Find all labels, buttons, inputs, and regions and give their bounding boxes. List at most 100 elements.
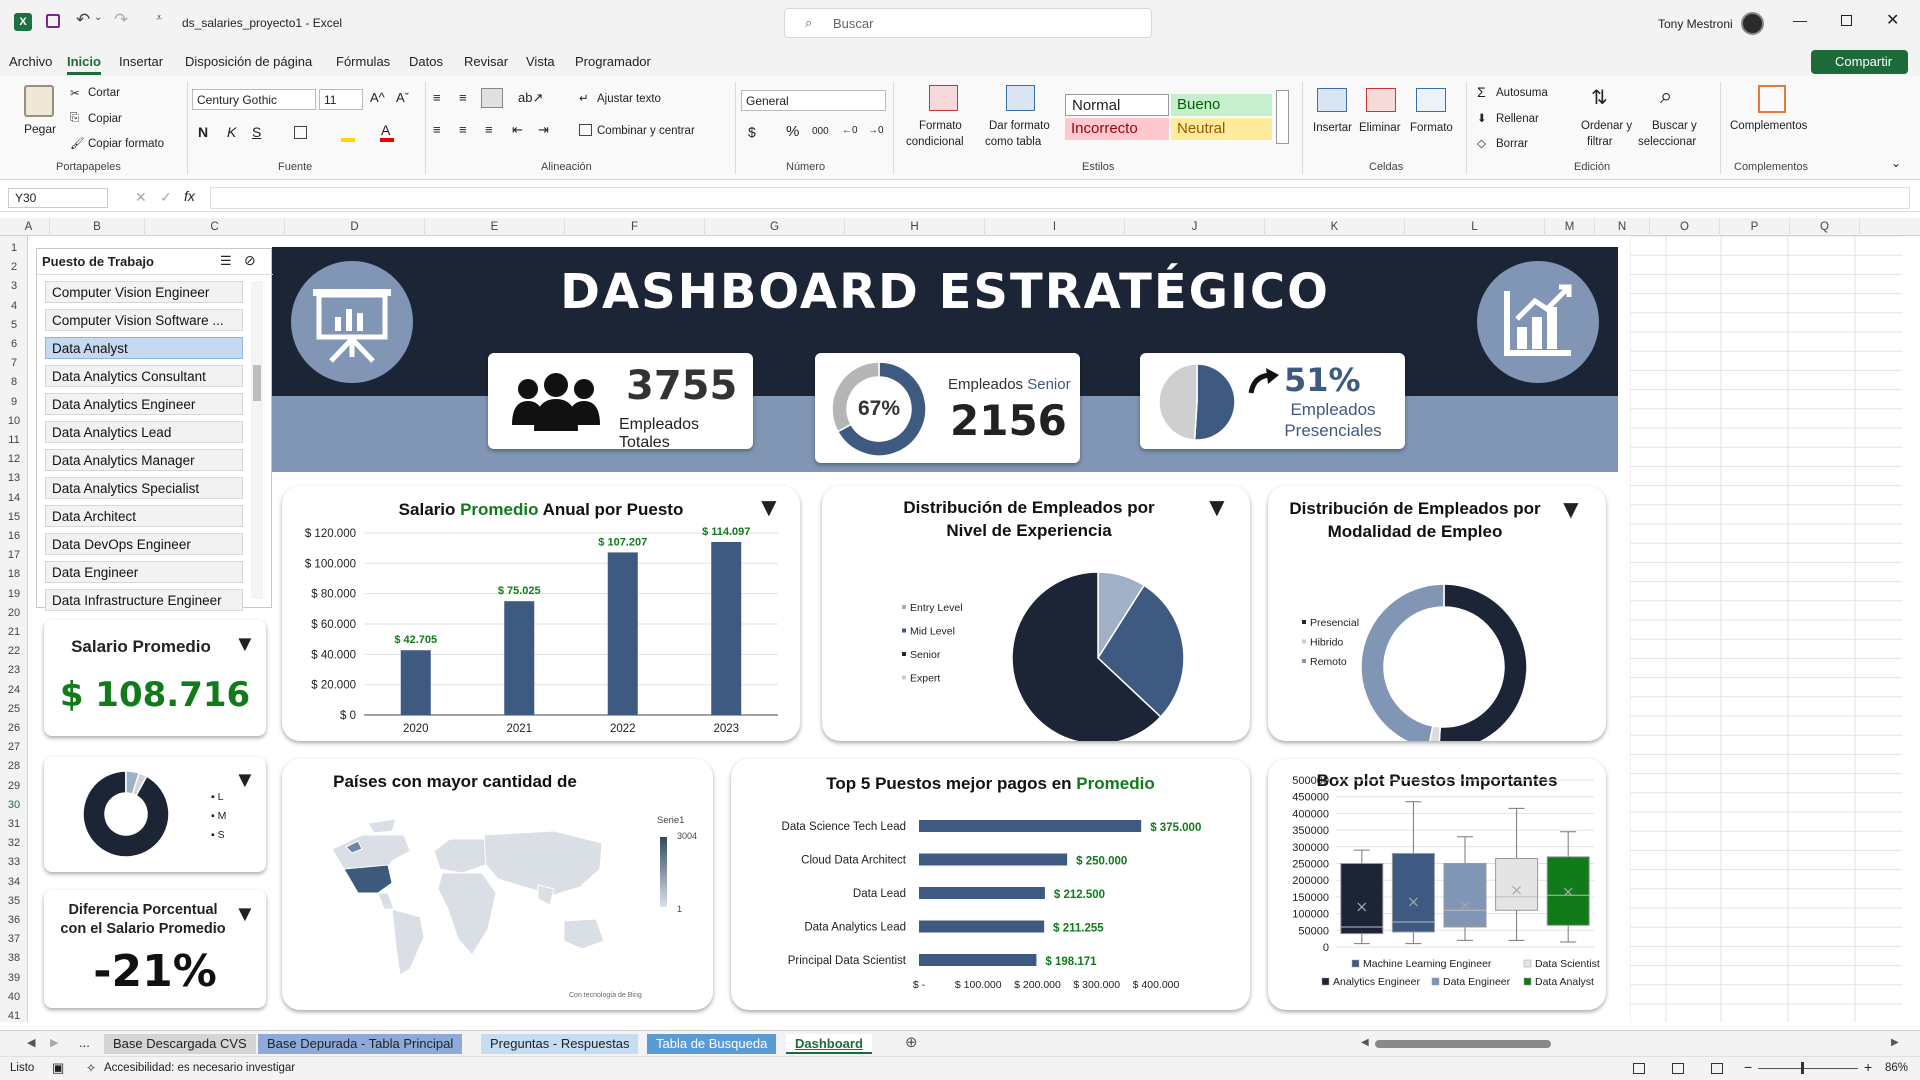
format-painter-button[interactable]: Copiar formato — [88, 138, 164, 150]
decrease-indent-icon[interactable]: ⇤ — [512, 122, 523, 138]
format-cells-icon[interactable] — [1416, 88, 1446, 112]
increase-indent-icon[interactable]: ⇥ — [538, 122, 549, 138]
share-button[interactable]: Compartir — [1811, 50, 1908, 74]
row-header[interactable]: 21 — [0, 623, 28, 642]
tab-base-descargada[interactable]: Base Descargada CVS — [104, 1034, 256, 1054]
row-header[interactable]: 36 — [0, 911, 28, 930]
cut-button[interactable]: Cortar — [88, 87, 120, 99]
enter-icon[interactable]: ✓ — [160, 189, 172, 206]
wrap-text-button[interactable]: Ajustar texto — [597, 93, 661, 105]
delete-cells-button[interactable]: Eliminar — [1359, 122, 1401, 134]
filter-icon[interactable]: ▼ — [234, 901, 256, 927]
slicer-item[interactable]: Data Analytics Manager — [45, 449, 243, 471]
normal-view-icon[interactable] — [1633, 1063, 1645, 1074]
row-header[interactable]: 35 — [0, 892, 28, 911]
zoom-slider[interactable] — [1758, 1068, 1858, 1069]
tab-base-depurada[interactable]: Base Depurada - Tabla Principal — [258, 1034, 463, 1054]
row-header[interactable]: 17 — [0, 546, 28, 565]
column-header[interactable]: K — [1265, 218, 1405, 236]
row-header[interactable]: 24 — [0, 681, 28, 700]
number-format-select[interactable]: General — [741, 90, 886, 111]
row-header[interactable]: 33 — [0, 853, 28, 872]
name-box[interactable]: Y30 — [8, 188, 108, 208]
row-header[interactable]: 15 — [0, 508, 28, 527]
row-header[interactable]: 25 — [0, 700, 28, 719]
zoom-level[interactable]: 86% — [1885, 1062, 1908, 1074]
copy-icon[interactable]: ⎘ — [70, 112, 79, 125]
row-header[interactable]: 41 — [0, 1007, 28, 1026]
slicer-item[interactable]: Data Analytics Lead — [45, 421, 243, 443]
style-bad[interactable]: Incorrecto — [1065, 118, 1169, 140]
sort-filter-label-1[interactable]: Ordenar y — [1581, 120, 1632, 132]
conditional-format-label-2[interactable]: condicional — [906, 136, 964, 148]
row-header[interactable]: 40 — [0, 988, 28, 1007]
menu-revisar[interactable]: Revisar — [464, 54, 508, 69]
multi-select-icon[interactable]: ☰ — [220, 253, 232, 269]
formula-input[interactable] — [210, 187, 1910, 209]
align-right-icon[interactable]: ≡ — [485, 122, 493, 137]
column-header[interactable]: H — [845, 218, 985, 236]
row-header[interactable]: 11 — [0, 431, 28, 450]
row-header[interactable]: 13 — [0, 469, 28, 488]
slicer-item[interactable]: Data Analytics Consultant — [45, 365, 243, 387]
column-header[interactable]: O — [1650, 218, 1720, 236]
row-header[interactable]: 12 — [0, 450, 28, 469]
insert-cells-icon[interactable] — [1317, 88, 1347, 112]
grow-font-icon[interactable]: A^ — [370, 90, 385, 105]
row-header[interactable]: 2 — [0, 258, 28, 277]
save-icon[interactable] — [46, 14, 60, 28]
column-header[interactable]: F — [565, 218, 705, 236]
align-top-icon[interactable]: ≡ — [433, 90, 441, 105]
tab-next-icon[interactable]: ▶ — [50, 1036, 58, 1049]
sort-filter-label-2[interactable]: filtrar — [1587, 136, 1613, 148]
customize-toolbar-icon[interactable]: ⩡ — [156, 12, 162, 25]
bold-icon[interactable]: N — [198, 124, 208, 140]
decrease-decimal-icon[interactable]: →0 — [868, 125, 884, 136]
thousands-icon[interactable]: 000 — [812, 126, 829, 137]
filter-icon[interactable]: ▼ — [234, 631, 256, 657]
autosum-button[interactable]: Autosuma — [1496, 87, 1548, 99]
row-header[interactable]: 34 — [0, 873, 28, 892]
row-header[interactable]: 39 — [0, 969, 28, 988]
redo-icon[interactable]: ↷ — [114, 10, 128, 30]
slicer-item[interactable]: Data Infrastructure Engineer — [45, 589, 243, 611]
find-select-label-2[interactable]: seleccionar — [1638, 136, 1696, 148]
addins-icon[interactable] — [1758, 85, 1786, 113]
row-header[interactable]: 31 — [0, 815, 28, 834]
zoom-out-icon[interactable]: − — [1744, 1059, 1752, 1075]
row-header[interactable]: 5 — [0, 316, 28, 335]
column-header[interactable]: C — [145, 218, 285, 236]
row-header[interactable]: 1 — [0, 239, 28, 258]
orientation-icon[interactable]: ab↗ — [518, 90, 543, 106]
row-header[interactable]: 8 — [0, 373, 28, 392]
column-header[interactable]: N — [1595, 218, 1650, 236]
row-header[interactable]: 26 — [0, 719, 28, 738]
search-box[interactable]: ⌕ Buscar — [784, 8, 1152, 38]
user-name[interactable]: Tony Mestroni — [1658, 17, 1733, 31]
column-header[interactable]: D — [285, 218, 425, 236]
merge-button[interactable]: Combinar y centrar — [597, 125, 695, 137]
row-header[interactable]: 23 — [0, 661, 28, 680]
undo-dropdown-icon[interactable]: ⌄ — [94, 12, 102, 23]
add-sheet-icon[interactable]: ⊕ — [905, 1033, 918, 1051]
menu-archivo[interactable]: Archivo — [9, 54, 52, 69]
conditional-format-icon[interactable] — [929, 85, 958, 111]
sort-filter-icon[interactable]: ⇅ — [1591, 85, 1608, 110]
column-header[interactable]: J — [1125, 218, 1265, 236]
fill-button[interactable]: Rellenar — [1496, 113, 1539, 125]
row-header[interactable]: 30 — [0, 796, 28, 815]
zoom-in-icon[interactable]: + — [1864, 1059, 1872, 1075]
shrink-font-icon[interactable]: Aˇ — [396, 90, 409, 105]
undo-icon[interactable]: ↶ — [76, 10, 90, 30]
cancel-icon[interactable]: ✕ — [135, 189, 147, 206]
macro-icon[interactable]: ▣ — [52, 1060, 64, 1076]
tab-more[interactable]: ... — [79, 1035, 90, 1050]
percent-icon[interactable]: % — [786, 123, 799, 140]
find-select-icon[interactable]: ⌕ — [1660, 83, 1672, 109]
accessibility-icon[interactable]: ✧ — [86, 1061, 96, 1075]
cut-icon[interactable]: ✂ — [70, 86, 80, 100]
increase-decimal-icon[interactable]: ←0 — [842, 125, 858, 136]
row-header[interactable]: 16 — [0, 527, 28, 546]
find-select-label-1[interactable]: Buscar y — [1652, 120, 1697, 132]
page-layout-view-icon[interactable] — [1672, 1063, 1684, 1074]
